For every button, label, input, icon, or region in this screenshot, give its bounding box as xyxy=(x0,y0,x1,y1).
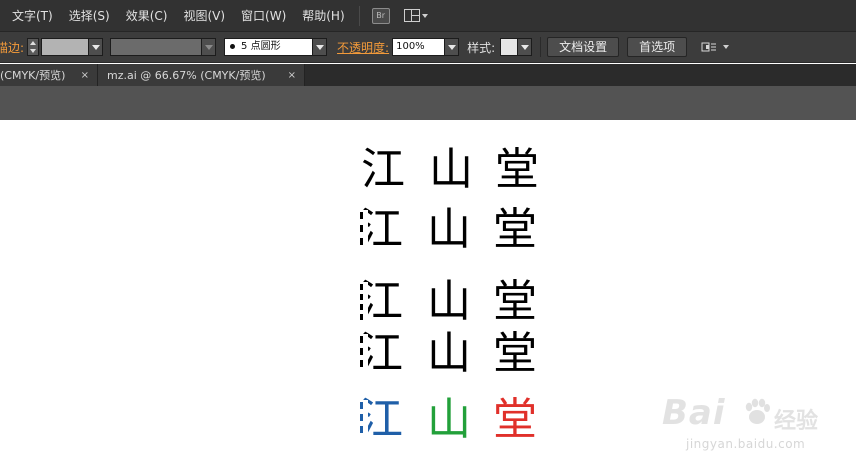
glyph-shan[interactable]: 山 xyxy=(427,206,471,254)
chevron-down-icon xyxy=(723,45,730,49)
glyph-tang[interactable]: 堂 xyxy=(495,146,539,194)
glyph-tang[interactable]: 堂 xyxy=(493,206,537,254)
brush-value: 5 点圆形 xyxy=(241,41,281,52)
menu-help[interactable]: 帮助(H) xyxy=(294,0,352,32)
baidu-jingyan-watermark: Bai 经验 jingyan.baidu.com xyxy=(662,393,852,469)
chevron-down-icon xyxy=(312,39,327,55)
menu-divider xyxy=(358,5,360,26)
watermark-jingyan: 经验 xyxy=(774,409,819,434)
watermark-url: jingyan.baidu.com xyxy=(686,437,806,451)
panel-options-button[interactable] xyxy=(701,41,730,53)
variable-width-preview xyxy=(111,39,202,55)
stroke-weight-stepper[interactable] xyxy=(27,38,40,56)
graphic-style-dropdown[interactable] xyxy=(500,38,533,56)
opacity-value[interactable]: 100% xyxy=(393,39,445,55)
glyph-shan-green[interactable]: 山 xyxy=(427,396,471,444)
tab-label: (CMYK/预览) xyxy=(0,69,66,82)
chevron-down-icon xyxy=(421,13,428,18)
style-label: 样式: xyxy=(467,40,496,55)
menu-select[interactable]: 选择(S) xyxy=(61,0,118,32)
arrange-icon xyxy=(701,42,717,52)
pasteboard xyxy=(0,86,856,120)
brush-dot-icon xyxy=(230,43,236,49)
tab-document-mz[interactable]: mz.ai @ 66.67% (CMYK/预览) × xyxy=(98,64,305,86)
menu-effect[interactable]: 效果(C) xyxy=(118,0,176,32)
preferences-button[interactable]: 首选项 xyxy=(627,37,688,57)
menu-view[interactable]: 视图(V) xyxy=(175,0,233,32)
dashed-stroke xyxy=(360,402,363,433)
artboard[interactable]: 江 山 堂 江 山 堂 江 山 堂 江 山 堂 江 山 堂 Bai 经验 jin… xyxy=(0,120,856,476)
tab-label: mz.ai @ 66.67% (CMYK/预览) xyxy=(107,69,266,82)
glyph-jiang[interactable]: 江 xyxy=(361,146,405,194)
glyph-tang[interactable]: 堂 xyxy=(493,278,537,326)
menu-window[interactable]: 窗口(W) xyxy=(233,0,294,32)
close-icon[interactable]: × xyxy=(288,70,296,81)
opacity-dropdown[interactable]: 100% xyxy=(392,38,460,56)
document-tab-bar: (CMYK/预览) × mz.ai @ 66.67% (CMYK/预览) × xyxy=(0,64,856,86)
arrange-documents-button[interactable] xyxy=(403,9,428,22)
dashed-stroke xyxy=(360,212,363,245)
tab-document-1[interactable]: (CMYK/预览) × xyxy=(0,64,98,86)
glyph-shan[interactable]: 山 xyxy=(429,146,473,194)
chevron-down-icon xyxy=(201,39,216,55)
glyph-shan[interactable]: 山 xyxy=(427,330,471,378)
glyph-tang-red[interactable]: 堂 xyxy=(493,396,537,444)
dashed-stroke xyxy=(360,336,363,367)
brush-definition-dropdown[interactable]: 5 点圆形 xyxy=(224,38,328,56)
chevron-down-icon xyxy=(444,39,459,55)
document-setup-button[interactable]: 文档设置 xyxy=(547,37,620,57)
control-bar: 描边: 5 点圆形 不透明度: 100% 样式: 文档设置 首选项 xyxy=(0,32,856,63)
glyph-shan[interactable]: 山 xyxy=(427,278,471,326)
paw-icon xyxy=(745,398,770,424)
bridge-icon[interactable]: Br xyxy=(371,7,390,24)
chevron-down-icon xyxy=(517,39,532,55)
chevron-down-icon xyxy=(88,39,103,55)
close-icon[interactable]: × xyxy=(81,70,89,81)
stroke-color-swatch xyxy=(42,39,89,55)
menu-bar: 文字(T) 选择(S) 效果(C) 视图(V) 窗口(W) 帮助(H) Br xyxy=(0,0,856,32)
arrange-documents-icon xyxy=(403,9,420,22)
variable-width-dropdown[interactable] xyxy=(110,38,217,56)
menu-text[interactable]: 文字(T) xyxy=(0,0,61,32)
watermark-logo: Bai xyxy=(662,393,726,433)
glyph-tang[interactable]: 堂 xyxy=(493,330,537,378)
control-divider xyxy=(540,37,542,57)
dashed-stroke xyxy=(360,284,363,320)
stroke-color-dropdown[interactable] xyxy=(41,38,104,56)
style-swatch xyxy=(501,39,518,55)
opacity-label[interactable]: 不透明度: xyxy=(337,39,389,56)
stroke-label[interactable]: 描边: xyxy=(0,39,24,56)
